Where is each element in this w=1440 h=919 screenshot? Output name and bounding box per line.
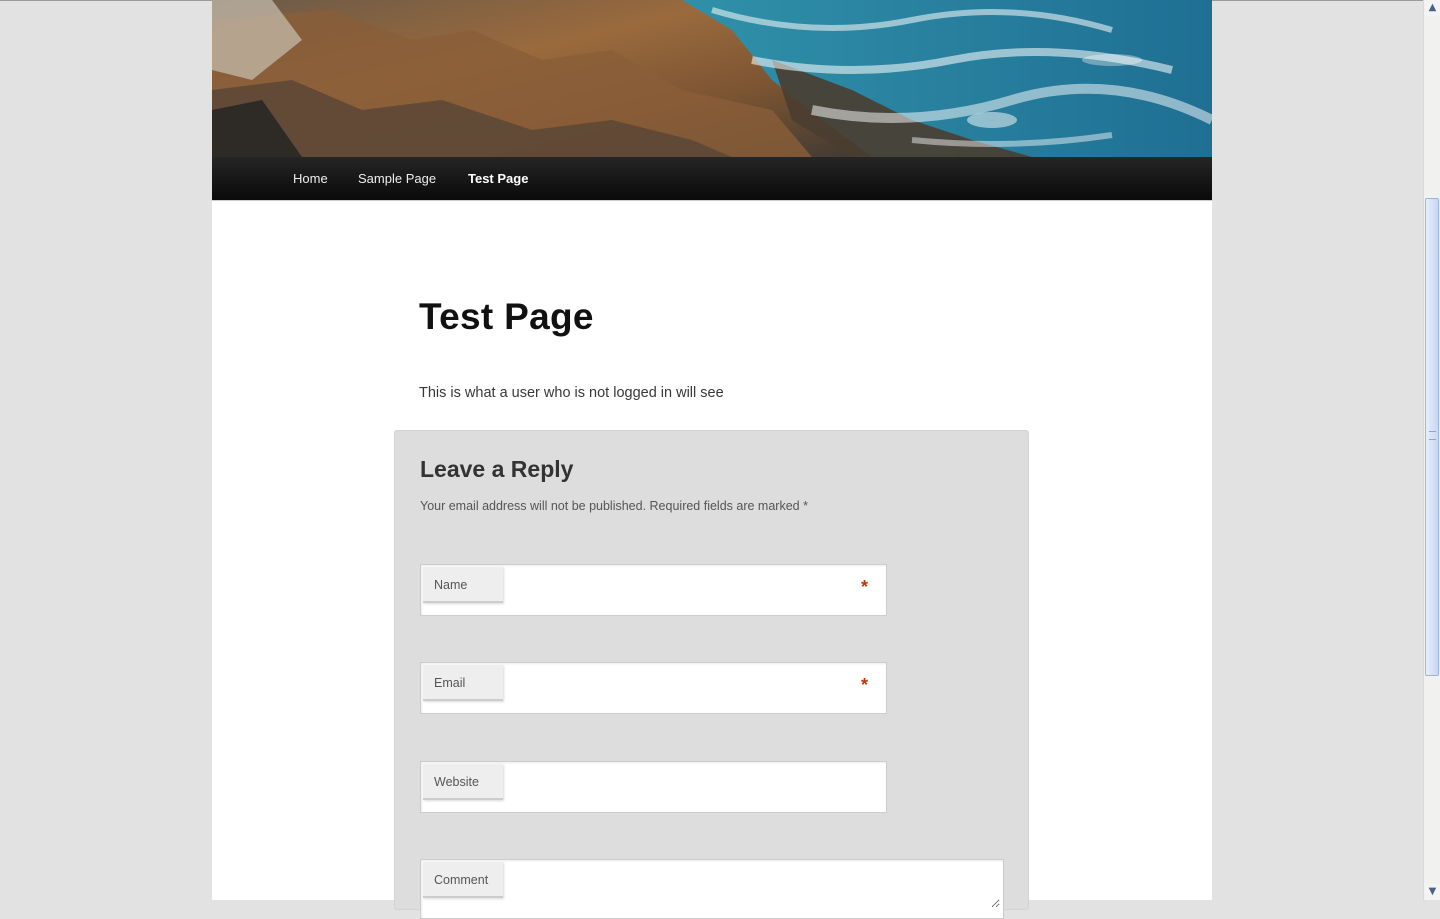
required-marker: * bbox=[860, 577, 868, 597]
page-container: Home Sample Page Test Page Test Page Thi… bbox=[212, 0, 1212, 919]
website-label: Website bbox=[423, 764, 503, 800]
comment-form: Leave a Reply Your email address will no… bbox=[394, 430, 1029, 919]
page-title: Test Page bbox=[419, 296, 594, 337]
comment-label: Comment bbox=[423, 862, 503, 898]
coastline-image bbox=[212, 0, 1212, 157]
comment-field: Comment bbox=[420, 859, 1004, 919]
nav-item-home[interactable]: Home bbox=[293, 157, 328, 200]
arrow-up-icon[interactable]: ▲ bbox=[1425, 0, 1440, 16]
nav-item-test-page[interactable]: Test Page bbox=[468, 157, 528, 200]
header-image[interactable] bbox=[212, 0, 1212, 157]
email-label: Email bbox=[423, 665, 503, 701]
main-navigation: Home Sample Page Test Page bbox=[212, 157, 1212, 201]
nav-item-sample-page[interactable]: Sample Page bbox=[358, 157, 436, 200]
reply-title: Leave a Reply bbox=[420, 456, 574, 482]
website-input[interactable] bbox=[506, 766, 882, 808]
required-marker: * bbox=[860, 675, 868, 695]
scrollbar-thumb[interactable] bbox=[1425, 198, 1439, 676]
comment-textarea[interactable] bbox=[506, 864, 1000, 908]
email-input[interactable] bbox=[506, 667, 882, 709]
grip-icon bbox=[1429, 431, 1436, 440]
name-input[interactable] bbox=[506, 569, 882, 611]
email-field: Email * bbox=[420, 662, 887, 714]
comment-notes: Your email address will not be published… bbox=[420, 499, 808, 513]
name-field: Name * bbox=[420, 564, 887, 616]
vertical-scrollbar[interactable]: ▲ ▼ bbox=[1423, 0, 1440, 900]
page-content: This is what a user who is not logged in… bbox=[419, 385, 724, 401]
arrow-down-icon[interactable]: ▼ bbox=[1425, 884, 1440, 900]
name-label: Name bbox=[423, 567, 503, 603]
website-field: Website bbox=[420, 761, 887, 813]
